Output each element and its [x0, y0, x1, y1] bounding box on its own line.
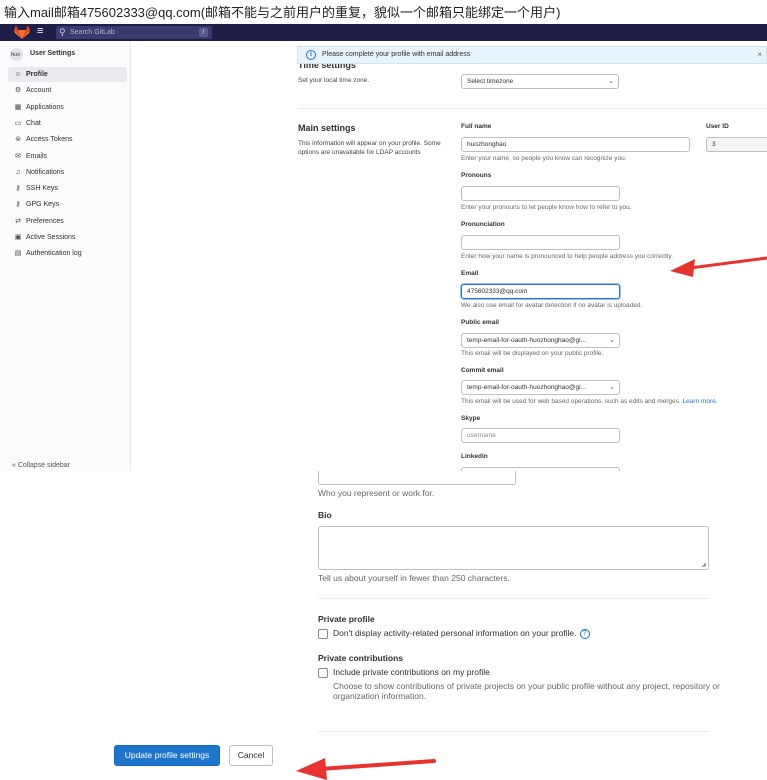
arrow-to-update-button — [296, 758, 436, 780]
arrow-to-email-field — [670, 256, 767, 277]
annotation-arrows — [296, 256, 767, 780]
